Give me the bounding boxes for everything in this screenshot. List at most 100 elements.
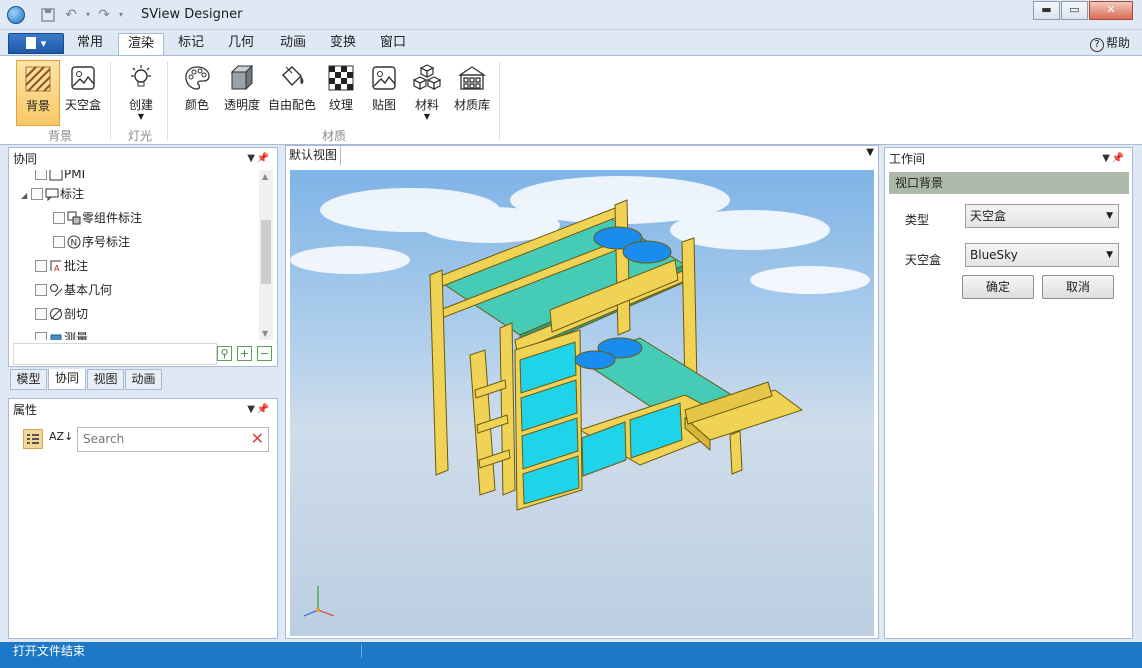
tab-window[interactable]: 窗口 [370, 33, 416, 55]
material-button[interactable]: 材料 ▼ [406, 60, 448, 126]
tree-filter-input[interactable] [13, 343, 217, 365]
material-library-label: 材质库 [453, 98, 490, 112]
tab-geometry[interactable]: 几何 [218, 33, 264, 55]
background-button[interactable]: 背景 [16, 60, 60, 126]
help-button[interactable]: ? 帮助 [1089, 33, 1130, 53]
material-library-button[interactable]: 材质库 [450, 60, 494, 126]
checkbox[interactable] [53, 236, 65, 248]
checkbox[interactable] [35, 308, 47, 320]
tab-animation[interactable]: 动画 [270, 33, 316, 55]
pin-icon[interactable]: 📌 [257, 148, 269, 170]
background-label: 背景 [25, 99, 50, 113]
color-button[interactable]: 颜色 [176, 60, 218, 126]
tree-item[interactable]: 剖切 [35, 304, 88, 324]
tab-transform[interactable]: 变换 [320, 33, 366, 55]
tab-collaboration[interactable]: 协同 [48, 369, 86, 390]
panel-menu-icon[interactable]: ▼ [247, 399, 255, 421]
skybox-select-value: BlueSky [970, 248, 1018, 262]
texture-button[interactable]: 纹理 [320, 60, 362, 126]
view-tab[interactable]: 默认视图 [286, 146, 342, 165]
group-label-material: 材质 [322, 129, 347, 143]
checkbox[interactable] [35, 332, 47, 340]
alphabetical-sort-icon[interactable]: AZ↓ [49, 430, 73, 443]
scroll-down-icon[interactable]: ▼ [262, 329, 268, 338]
ok-button[interactable]: 确定 [962, 275, 1034, 299]
checkbox[interactable] [53, 212, 65, 224]
tree-item-label: 批注 [64, 259, 89, 273]
group-separator [167, 62, 168, 140]
save-icon[interactable] [40, 7, 56, 23]
file-menu-button[interactable]: ▾ [8, 33, 64, 54]
pin-icon[interactable]: 📌 [1112, 148, 1124, 170]
undo-dropdown-icon[interactable]: ▾ [80, 7, 96, 23]
expand-icon[interactable]: ◢ [21, 186, 31, 206]
status-message: 打开文件结束 [13, 644, 86, 658]
checkbox[interactable] [35, 260, 47, 272]
collapse-all-icon[interactable]: − [257, 346, 272, 361]
group-separator [499, 62, 500, 140]
pin-icon[interactable]: 📌 [257, 399, 269, 421]
tree-item[interactable]: A 批注 [35, 256, 88, 276]
checkbox[interactable] [35, 284, 47, 296]
create-light-button[interactable]: 创建 ▼ [120, 60, 162, 126]
scrollbar-thumb[interactable] [261, 220, 271, 284]
minimize-button[interactable]: ▬ [1033, 1, 1060, 20]
tab-common[interactable]: 常用 [67, 33, 113, 55]
window-title: SView Designer [141, 7, 243, 22]
tab-render[interactable]: 渲染 [118, 33, 164, 55]
document-icon [25, 37, 36, 49]
3d-viewport[interactable] [290, 170, 874, 636]
skybox-label: 天空盒 [64, 98, 101, 112]
tab-animation[interactable]: 动画 [125, 369, 162, 390]
panel-tabs: 模型 协同 视图 动画 [8, 369, 278, 390]
tree-item[interactable]: 零组件标注 [53, 208, 142, 228]
skybox-button[interactable]: 天空盒 [62, 60, 104, 126]
tree-item[interactable]: PMI [35, 170, 85, 184]
tree-item[interactable]: 测量 [35, 328, 88, 340]
close-button[interactable]: ✕ [1089, 1, 1133, 20]
color-label: 颜色 [184, 98, 209, 112]
maximize-button[interactable]: ▭ [1061, 1, 1088, 20]
group-label-light: 灯光 [128, 129, 153, 143]
panel-menu-icon[interactable]: ▼ [1102, 148, 1110, 170]
redo-dropdown-icon[interactable]: ▾ [113, 7, 129, 23]
expand-all-icon[interactable]: + [237, 346, 252, 361]
tree-item[interactable]: ◢ 标注 [21, 184, 84, 204]
type-select[interactable]: 天空盒 ▼ [965, 204, 1119, 228]
palette-icon [185, 66, 210, 90]
scroll-up-icon[interactable]: ▲ [262, 172, 268, 181]
properties-panel: 属性 ▼ 📌 AZ↓ Search ✕ [8, 398, 278, 639]
property-search-input[interactable]: Search ✕ [77, 427, 269, 452]
cancel-button[interactable]: 取消 [1042, 275, 1114, 299]
tree-item[interactable]: 基本几何 [35, 280, 112, 300]
tree-item[interactable]: N 序号标注 [53, 232, 130, 252]
checkbox[interactable] [35, 170, 47, 180]
panel-header: 属性 ▼ 📌 [9, 399, 277, 421]
tree-item-label: 剖切 [64, 307, 89, 321]
categorized-view-icon[interactable] [23, 429, 43, 449]
transparency-button[interactable]: 透明度 [220, 60, 264, 126]
tab-view[interactable]: 视图 [87, 369, 124, 390]
checkbox[interactable] [31, 188, 43, 200]
view-menu-icon[interactable]: ▼ [866, 147, 874, 158]
panel-title: 属性 [13, 403, 38, 417]
comment-icon: A [49, 259, 63, 273]
cube-transparency-icon [230, 64, 254, 91]
redo-icon[interactable]: ↷ [96, 7, 112, 23]
free-color-button[interactable]: 自由配色 [266, 60, 318, 126]
decal-button[interactable]: 贴图 [363, 60, 405, 126]
balloon-number-icon: N [67, 235, 81, 249]
panel-menu-icon[interactable]: ▼ [247, 148, 255, 170]
create-light-label: 创建 [128, 98, 153, 112]
axis-triad-icon [303, 586, 335, 617]
tab-markup[interactable]: 标记 [168, 33, 214, 55]
app-logo-icon[interactable] [7, 6, 25, 24]
search-icon[interactable]: ⚲ [217, 346, 232, 361]
tree-scrollbar[interactable]: ▲ ▼ [259, 170, 273, 340]
tab-model[interactable]: 模型 [10, 369, 47, 390]
annotation-icon [45, 187, 59, 202]
skybox-select[interactable]: BlueSky ▼ [965, 243, 1119, 267]
panel-header: 协同 ▼ 📌 [9, 148, 277, 170]
clear-icon[interactable]: ✕ [251, 429, 264, 449]
undo-icon[interactable]: ↶ [63, 7, 79, 23]
